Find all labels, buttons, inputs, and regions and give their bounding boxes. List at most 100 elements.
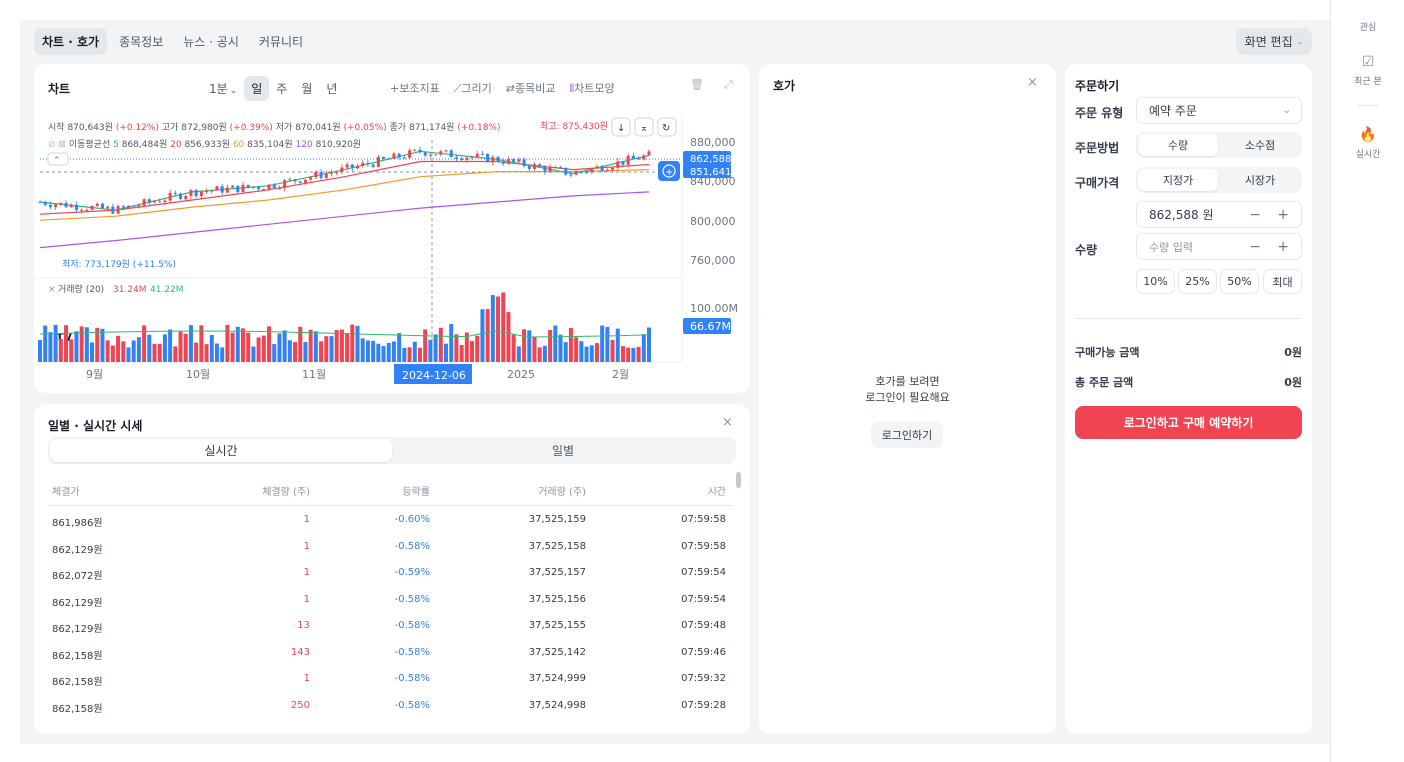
- volume-bar: [371, 340, 376, 362]
- order-type-select[interactable]: 예약 주문 ⌄: [1136, 97, 1302, 124]
- volume-bar: [209, 334, 214, 362]
- volume-bar: [58, 338, 63, 362]
- candle-body: [329, 172, 333, 174]
- volume-bar: [365, 340, 370, 362]
- volume-bar: [449, 324, 454, 362]
- tab-chart-hoga[interactable]: 차트 · 호가: [34, 28, 108, 55]
- volume-value-1: 31.24M: [113, 285, 147, 295]
- candle-body: [85, 209, 89, 211]
- candle-body: [413, 149, 417, 151]
- volume-bar: [147, 334, 152, 362]
- candle-body: [236, 185, 240, 193]
- minus-icon[interactable]: −: [1249, 239, 1261, 255]
- volume-bar: [64, 325, 69, 362]
- rail-item-realtime[interactable]: 🔥 실시간: [1331, 127, 1404, 160]
- volume-bar: [496, 296, 501, 362]
- candle-body: [397, 153, 401, 158]
- volume-bar: [105, 340, 110, 362]
- volume-bar: [490, 295, 495, 362]
- rail-item-watchlist[interactable]: 관심: [1331, 20, 1404, 33]
- ma-line: [39, 150, 650, 211]
- rail-item-label: 관심: [1359, 23, 1377, 33]
- method-fractional[interactable]: 소수점: [1220, 134, 1300, 156]
- plus-icon[interactable]: +: [1277, 207, 1289, 223]
- candle-body: [491, 156, 495, 163]
- order-type-label: 주문 유형: [1075, 106, 1124, 120]
- volume-bar: [313, 331, 318, 362]
- method-quantity[interactable]: 수량: [1138, 134, 1218, 156]
- volume-bar: [563, 342, 568, 362]
- candle-body: [199, 191, 203, 197]
- price-input[interactable]: 862,588 원 − +: [1136, 201, 1302, 228]
- pct-max-button[interactable]: 최대: [1263, 269, 1302, 294]
- pct-25-button[interactable]: 25%: [1178, 269, 1217, 294]
- close-icon[interactable]: ×: [1027, 75, 1038, 90]
- candle-body: [43, 202, 47, 205]
- total-amount-label: 총 주문 금액: [1075, 376, 1134, 389]
- plus-icon[interactable]: +: [1277, 239, 1289, 255]
- cell-volume: 37,525,157: [528, 567, 586, 578]
- candle-body: [392, 153, 396, 159]
- available-amount-row: 구매가능 금액 0원: [1075, 344, 1302, 360]
- divider: [48, 505, 734, 506]
- candle-body: [74, 204, 78, 210]
- candle-body: [95, 203, 99, 206]
- candle-body: [80, 209, 84, 211]
- candle-body: [579, 171, 583, 173]
- candle-body: [506, 158, 510, 164]
- volume-bar: [522, 329, 527, 362]
- edit-screen-button[interactable]: 화면 편집 ⌄: [1236, 28, 1312, 55]
- quantity-placeholder: 수량 입력: [1149, 240, 1193, 254]
- arrow-down-icon: ↓: [617, 123, 625, 134]
- candle-body: [356, 165, 360, 169]
- tab-news[interactable]: 뉴스 · 공시: [175, 28, 247, 55]
- candle-body: [574, 171, 578, 175]
- volume-bar: [568, 327, 573, 362]
- tab-realtime[interactable]: 실시간: [50, 439, 392, 462]
- candle-body: [480, 153, 484, 155]
- volume-bar: [636, 346, 641, 362]
- candle-body: [444, 150, 448, 152]
- candle-body: [132, 205, 136, 207]
- close-icon[interactable]: ×: [722, 415, 733, 430]
- price-chart[interactable]: 880,000 840,000 800,000 760,000 862,588 …: [34, 64, 750, 393]
- candle-body: [647, 151, 651, 156]
- volume-bar: [43, 325, 48, 362]
- candle-body: [423, 152, 427, 156]
- candle-body: [408, 150, 412, 158]
- candle-body: [59, 202, 63, 205]
- volume-bar: [438, 327, 443, 362]
- pct-50-button[interactable]: 50%: [1220, 269, 1259, 294]
- volume-bar: [116, 335, 121, 362]
- candle-body: [147, 199, 151, 203]
- login-button[interactable]: 로그인하기: [871, 422, 943, 448]
- candle-body: [553, 167, 557, 169]
- pct-10-button[interactable]: 10%: [1136, 269, 1175, 294]
- tab-daily[interactable]: 일별: [392, 439, 734, 462]
- volume-current-label: 66.67M: [690, 320, 731, 333]
- volume-bar: [511, 334, 516, 362]
- quantity-input[interactable]: 수량 입력 − +: [1136, 233, 1302, 260]
- cell-time: 07:59:58: [681, 514, 726, 525]
- minus-icon[interactable]: −: [1249, 207, 1261, 223]
- price-market[interactable]: 시장가: [1220, 169, 1300, 191]
- tab-community[interactable]: 커뮤니티: [251, 28, 311, 55]
- rail-item-recent[interactable]: ☑ 최근 본: [1331, 54, 1404, 87]
- price-type-segment: 지정가 시장가: [1136, 167, 1302, 193]
- volume-bar: [647, 327, 651, 362]
- candle-body: [418, 149, 422, 153]
- scrollbar[interactable]: [736, 472, 741, 488]
- login-and-reserve-button[interactable]: 로그인하고 구매 예약하기: [1075, 406, 1302, 439]
- volume-bar: [501, 292, 506, 362]
- volume-bar: [235, 326, 240, 362]
- price-limit[interactable]: 지정가: [1138, 169, 1218, 191]
- cell-qty: 1: [303, 593, 310, 605]
- volume-bar: [454, 334, 459, 362]
- candle-body: [371, 164, 375, 167]
- candle-body: [111, 206, 115, 214]
- volume-bar: [48, 332, 53, 362]
- tab-stock-info[interactable]: 종목정보: [111, 28, 171, 55]
- volume-value-2: 41.22M: [150, 285, 184, 295]
- volume-bar: [152, 343, 157, 362]
- candle-body: [288, 179, 292, 181]
